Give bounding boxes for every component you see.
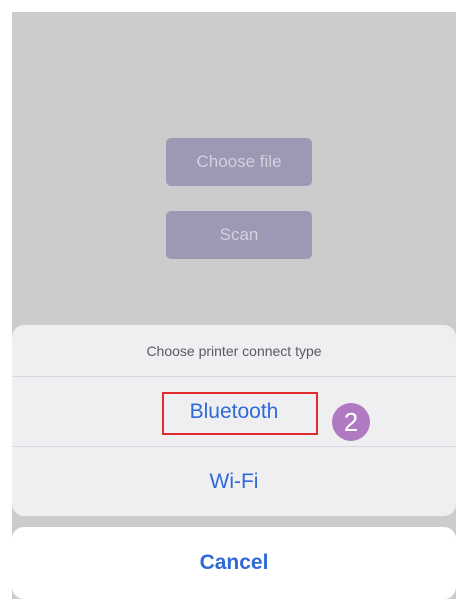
- screen: Choose file Scan Choose printer connect …: [12, 12, 456, 599]
- wifi-option[interactable]: Wi-Fi: [12, 447, 456, 516]
- action-sheet-title: Choose printer connect type: [12, 325, 456, 377]
- bluetooth-option[interactable]: Bluetooth: [12, 377, 456, 447]
- cancel-button[interactable]: Cancel: [12, 527, 456, 599]
- choose-file-button[interactable]: Choose file: [166, 138, 312, 186]
- step-number-badge: 2: [332, 403, 370, 441]
- action-sheet: Choose printer connect type Bluetooth Wi…: [12, 325, 456, 516]
- scan-button[interactable]: Scan: [166, 211, 312, 259]
